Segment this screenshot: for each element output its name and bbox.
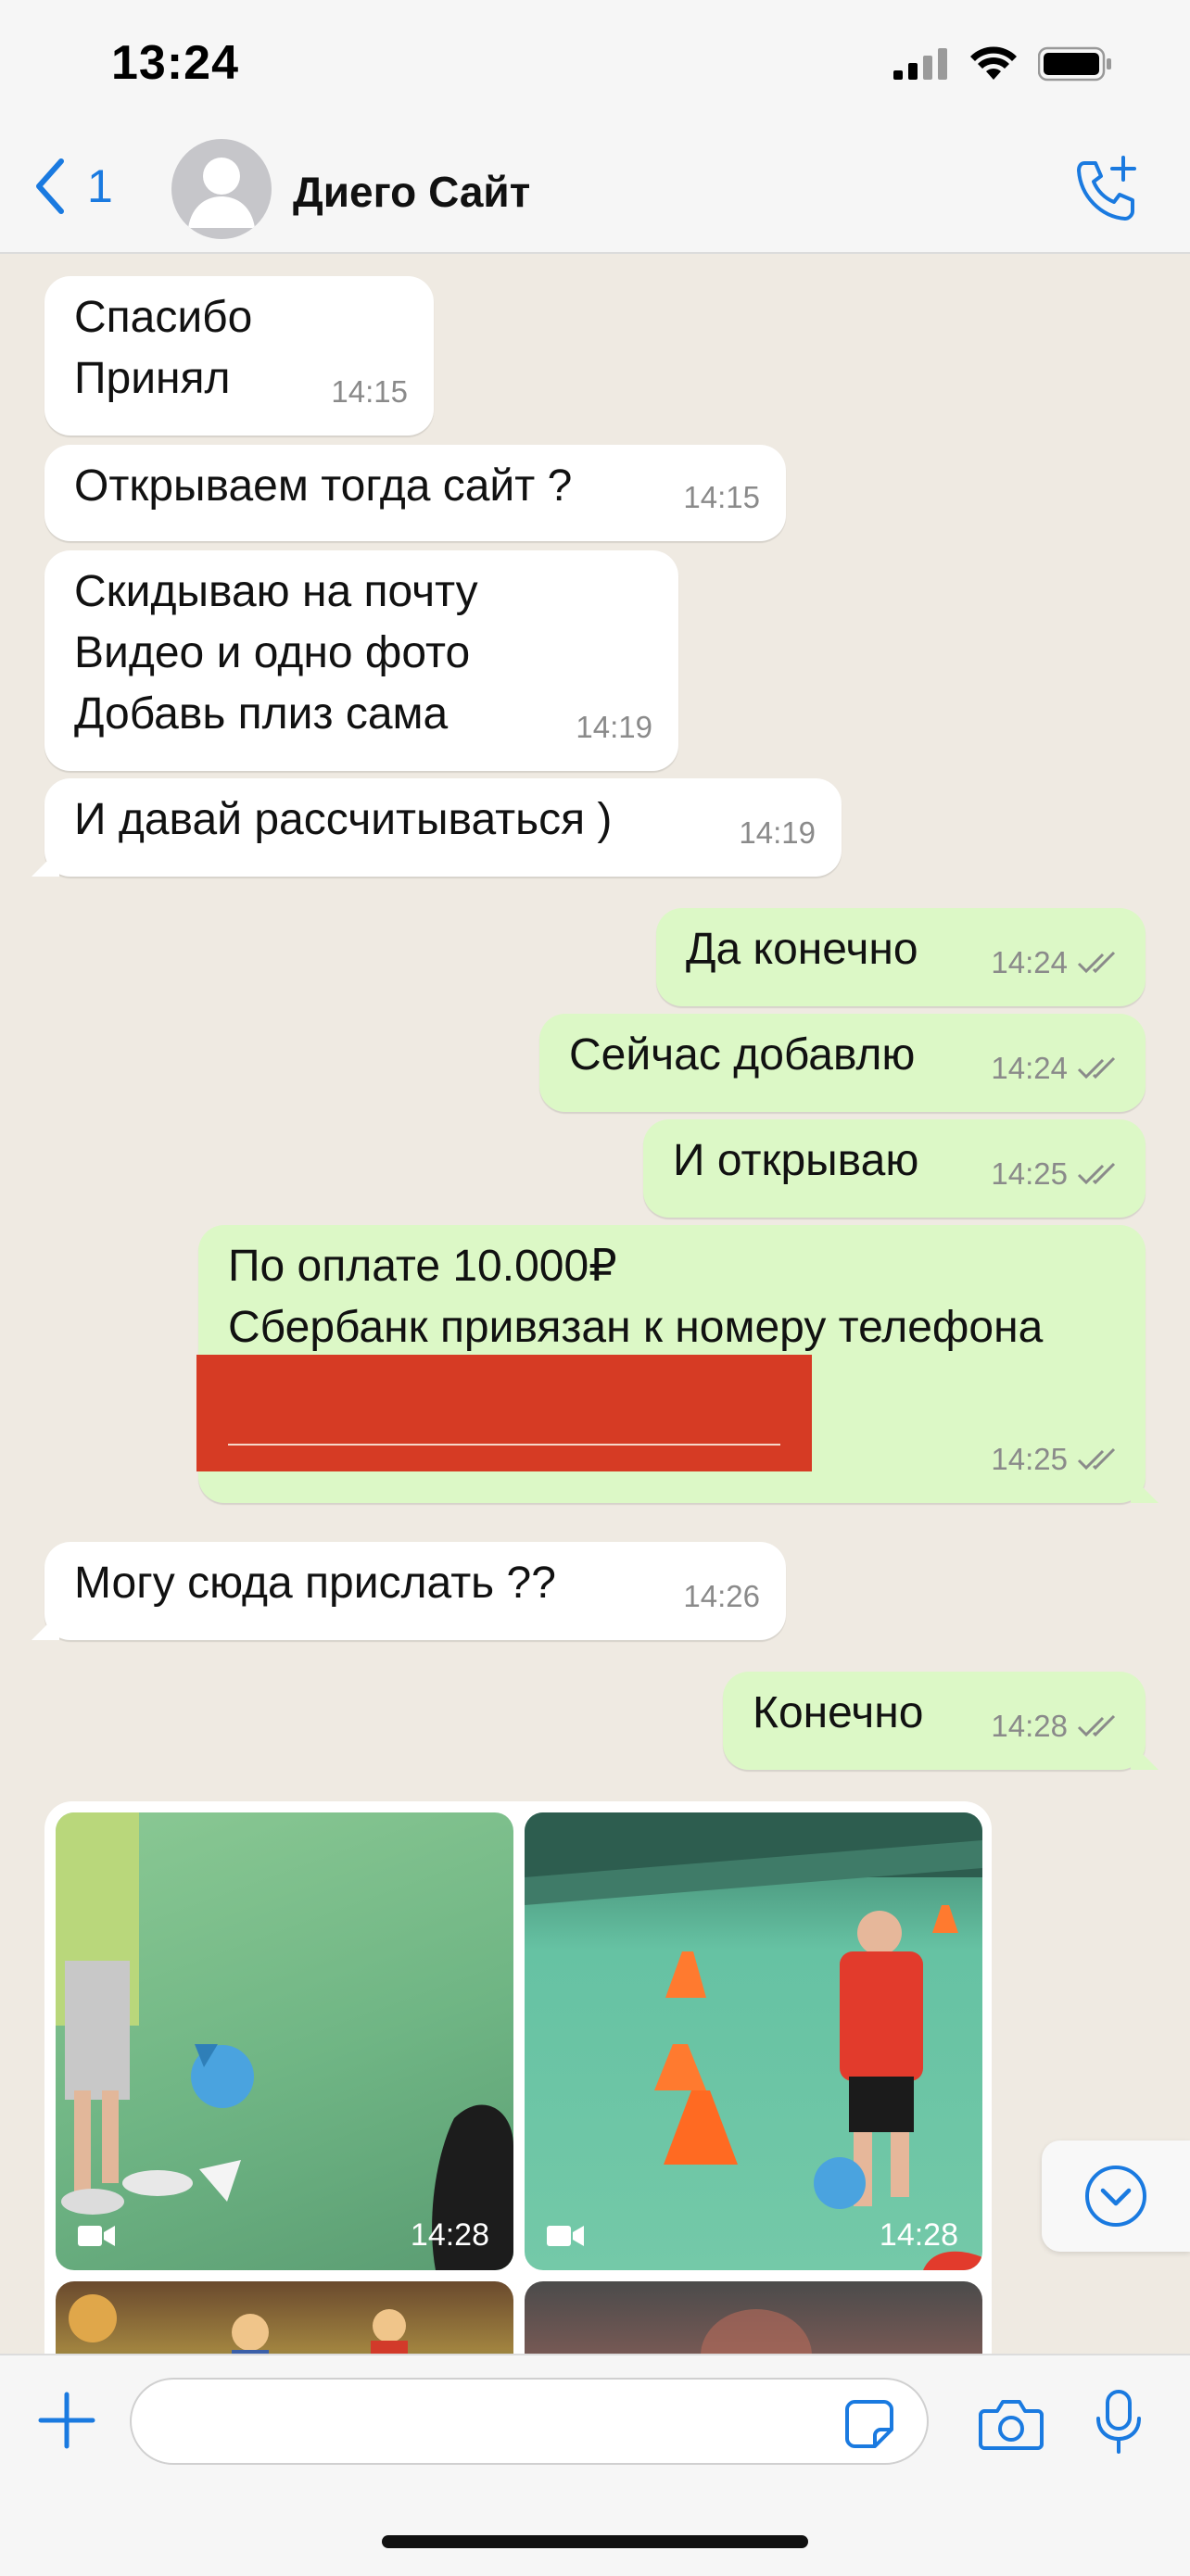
time-label: 14:19: [576, 710, 652, 744]
scroll-down-icon: [1085, 2166, 1146, 2227]
redaction-line: [228, 1444, 780, 1446]
time-label: 14:28: [991, 1709, 1068, 1743]
status-icons: [893, 46, 1112, 82]
message-time: 14:24: [991, 1038, 1120, 1099]
message-time: 14:15: [683, 467, 760, 528]
video-camera-icon: [547, 2225, 584, 2246]
photo-thumbnail[interactable]: [525, 2281, 982, 2354]
video-thumbnail[interactable]: 14:28: [56, 1812, 513, 2270]
message-time: 14:25: [991, 1429, 1120, 1490]
message-incoming[interactable]: Открываем тогда сайт ? 14:15: [44, 445, 786, 541]
redacted-phone-number: [196, 1355, 812, 1471]
time-label: 14:15: [683, 480, 760, 514]
read-checks-icon: [1077, 951, 1116, 974]
photo-scene: [69, 2294, 408, 2354]
time-label: 14:19: [739, 815, 816, 850]
message-time: 14:26: [683, 1566, 760, 1627]
video-scene: [56, 1812, 513, 2270]
photo-thumbnail[interactable]: [56, 2281, 513, 2354]
video-thumbnail[interactable]: 14:28: [525, 1812, 982, 2270]
bubble-tail: [1131, 1475, 1158, 1503]
time-label: 14:24: [991, 1051, 1068, 1085]
time-label: 14:15: [331, 374, 408, 409]
message-outgoing[interactable]: Конечно 14:28: [723, 1672, 1158, 1770]
read-checks-icon: [1077, 1162, 1116, 1185]
message-text: Открываем тогда сайт ?: [74, 461, 573, 511]
message-incoming[interactable]: И давай рассчитываться ) 14:19: [32, 778, 842, 877]
bubble-tail: [32, 1612, 59, 1640]
time-label: 14:25: [991, 1156, 1068, 1191]
message-time: 14:25: [991, 1143, 1120, 1205]
message-text: По оплате 10.000₽: [228, 1242, 617, 1291]
message-incoming[interactable]: Скидываю на почту Видео и одно фото Доба…: [44, 550, 678, 771]
back-button[interactable]: 1: [33, 158, 113, 215]
avatar[interactable]: [171, 139, 272, 239]
sticker-icon[interactable]: [843, 2398, 895, 2450]
avatar-placeholder-icon: [188, 158, 255, 228]
message-incoming[interactable]: Могу сюда прислать ?? 14:26: [32, 1542, 786, 1640]
chat-header: 1 Диего Сайт: [0, 120, 1190, 254]
bubble-tail: [32, 849, 59, 877]
message-time: 14:19: [576, 697, 652, 758]
back-chevron-icon: [36, 158, 64, 214]
status-bar: 13:24: [0, 0, 1190, 120]
signal-icon: [893, 48, 947, 80]
battery-icon: [1038, 46, 1111, 82]
message-text: Видео и одно фото: [74, 628, 471, 677]
read-checks-icon: [1077, 1056, 1116, 1080]
media-meta: 14:28: [78, 2217, 489, 2254]
message-text: Скидываю на почту: [74, 567, 478, 616]
media-album[interactable]: 14:28 14:28: [44, 1801, 992, 2354]
time-label: 14:24: [991, 945, 1068, 979]
message-outgoing[interactable]: Да конечно 14:24: [656, 908, 1146, 1006]
time-label: 14:25: [991, 1442, 1068, 1476]
camera-icon[interactable]: [979, 2396, 1044, 2452]
photo-scene: [701, 2309, 812, 2354]
message-outgoing[interactable]: Сейчас добавлю 14:24: [539, 1014, 1146, 1112]
media-time: 14:28: [410, 2217, 489, 2253]
time-label: 14:26: [683, 1579, 760, 1613]
read-checks-icon: [1077, 1447, 1116, 1471]
bubble-tail: [1131, 1742, 1158, 1770]
message-input[interactable]: [130, 2378, 929, 2465]
message-text: Спасибо: [74, 293, 253, 342]
contact-name[interactable]: Диего Сайт: [293, 167, 530, 217]
video-camera-icon: [78, 2225, 115, 2246]
call-add-icon[interactable]: [1071, 154, 1142, 224]
read-checks-icon: [1077, 1714, 1116, 1737]
microphone-icon[interactable]: [1094, 2389, 1144, 2456]
message-time: 14:24: [991, 932, 1120, 993]
wifi-icon: [970, 46, 1017, 80]
status-time: 13:24: [111, 36, 239, 90]
message-text: Сбербанк привязан к номеру телефона: [228, 1303, 1044, 1352]
message-outgoing[interactable]: И открываю 14:25: [643, 1119, 1146, 1218]
unread-count: 1: [87, 160, 113, 212]
media-meta: 14:28: [547, 2217, 958, 2254]
home-indicator[interactable]: [382, 2535, 808, 2548]
message-time: 14:28: [991, 1696, 1120, 1757]
message-text: Могу сюда прислать ??: [74, 1559, 556, 1608]
scroll-down-button[interactable]: [1042, 2140, 1190, 2252]
video-scene: [525, 1812, 982, 2270]
composer-bar: [0, 2354, 1190, 2576]
message-text: Добавь плиз сама: [74, 689, 449, 739]
message-text: И давай рассчитываться ): [74, 795, 613, 844]
message-list[interactable]: Спасибо Принял 14:15 Открываем тогда сай…: [0, 254, 1190, 2354]
message-outgoing[interactable]: По оплате 10.000₽ Сбербанк привязан к но…: [196, 1225, 1158, 1503]
message-incoming[interactable]: Спасибо Принял 14:15: [44, 276, 434, 436]
plus-icon[interactable]: [37, 2391, 96, 2450]
message-time: 14:15: [331, 361, 408, 423]
message-time: 14:19: [739, 802, 816, 864]
media-time: 14:28: [879, 2217, 958, 2253]
